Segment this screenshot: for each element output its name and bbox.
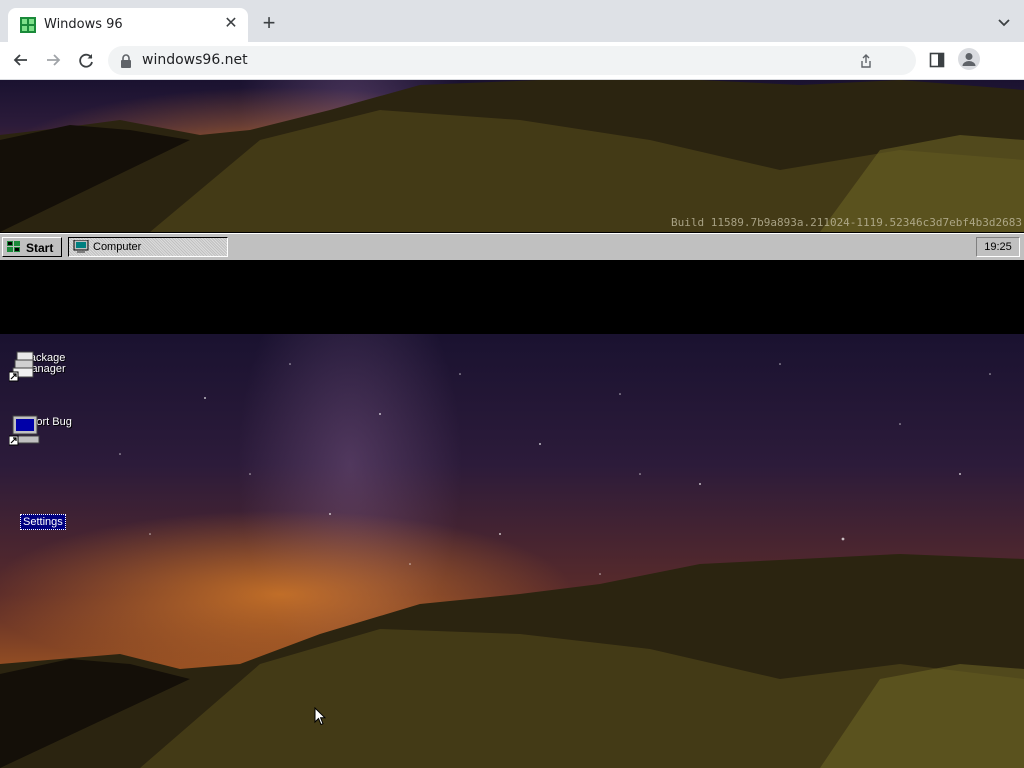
taskbar: Start Computer 19:25 bbox=[0, 233, 1024, 261]
taskbar-item-label: Computer bbox=[93, 241, 142, 253]
share-icon[interactable] bbox=[858, 53, 874, 69]
desktop-wallpaper[interactable]: Package Manager Report Bug Settings bbox=[0, 334, 1024, 768]
computer-icon bbox=[9, 415, 40, 446]
desktop-icon-package-manager[interactable]: Package Manager bbox=[9, 350, 79, 382]
taskbar-item-computer[interactable]: Computer bbox=[68, 237, 228, 257]
new-tab-button[interactable]: + bbox=[258, 12, 280, 34]
desktop-icon-settings[interactable]: Settings bbox=[20, 514, 66, 530]
browser-tabstrip: Windows 96 ✕ + bbox=[0, 0, 1024, 42]
address-bar[interactable]: windows96.net bbox=[108, 46, 916, 75]
person-icon bbox=[962, 53, 976, 66]
computer-icon bbox=[73, 240, 89, 253]
forward-arrow-icon[interactable] bbox=[40, 47, 66, 73]
desktop-icon-report-bug[interactable]: Report Bug bbox=[9, 414, 79, 446]
profile-avatar[interactable] bbox=[958, 48, 980, 70]
browser-tab[interactable]: Windows 96 ✕ bbox=[8, 8, 248, 42]
back-arrow-icon[interactable] bbox=[8, 47, 34, 73]
tab-close-icon[interactable]: ✕ bbox=[220, 13, 242, 35]
windows96-favicon-icon bbox=[20, 17, 36, 33]
side-panel-icon[interactable] bbox=[929, 52, 945, 68]
mountain-silhouette bbox=[0, 80, 1024, 232]
black-band bbox=[0, 260, 1024, 334]
mouse-cursor-icon bbox=[314, 707, 326, 726]
taskbar-clock[interactable]: 19:25 bbox=[976, 237, 1020, 257]
reload-icon[interactable] bbox=[73, 47, 99, 73]
package-manager-icon bbox=[9, 351, 34, 382]
page-viewport: Build 11589.7b9a893a.211024-1119.52346c3… bbox=[0, 80, 1024, 768]
browser-toolbar: windows96.net bbox=[0, 42, 1024, 80]
start-logo-icon bbox=[7, 241, 20, 252]
wallpaper-top: Build 11589.7b9a893a.211024-1119.52346c3… bbox=[0, 80, 1024, 232]
lock-icon bbox=[121, 54, 131, 68]
tab-title: Windows 96 bbox=[44, 17, 123, 32]
start-button[interactable]: Start bbox=[2, 237, 62, 257]
start-label: Start bbox=[26, 241, 54, 255]
chevron-down-icon[interactable] bbox=[996, 14, 1012, 30]
url-text: windows96.net bbox=[142, 52, 248, 68]
wallpaper-landscape bbox=[0, 363, 1024, 768]
build-string: Build 11589.7b9a893a.211024-1119.52346c3… bbox=[671, 216, 1022, 229]
